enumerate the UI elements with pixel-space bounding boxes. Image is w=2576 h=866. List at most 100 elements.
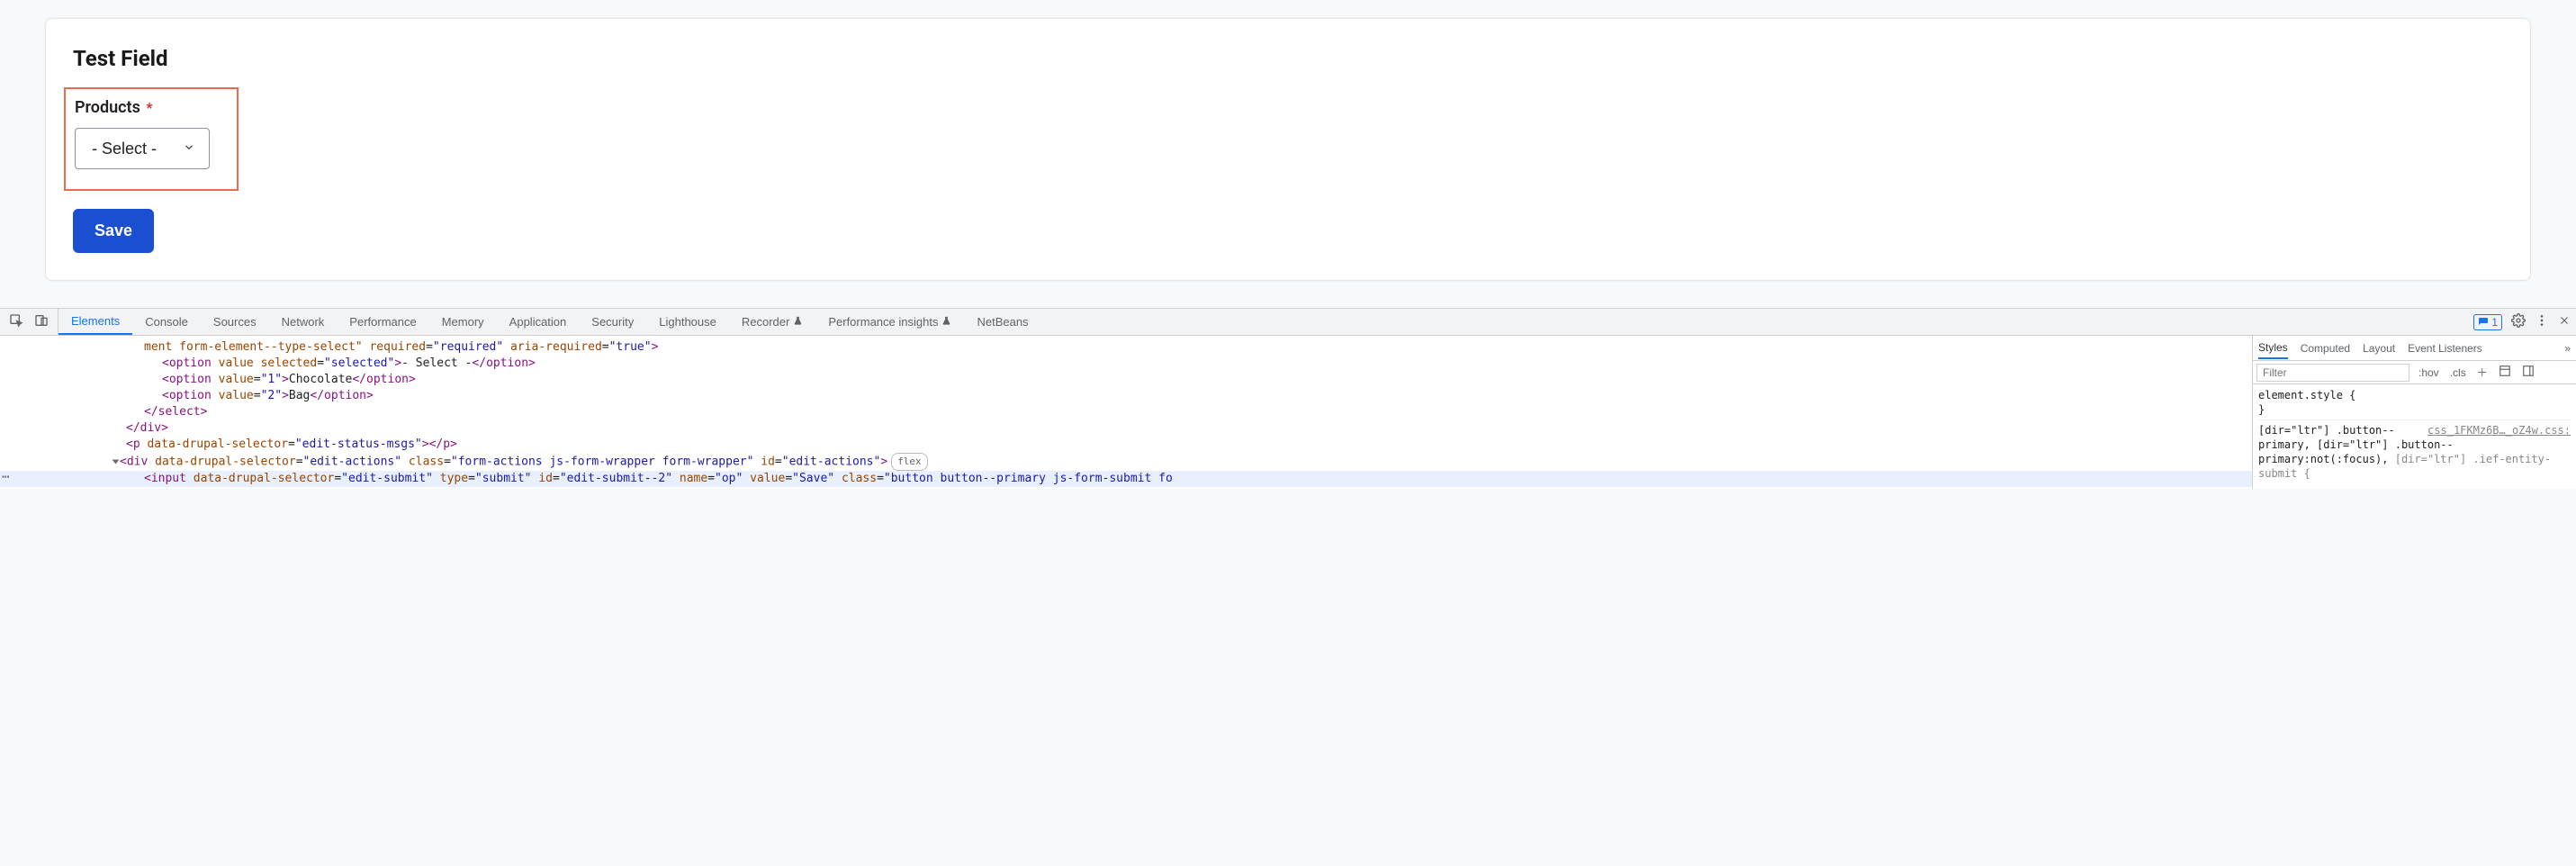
page-title: Test Field — [73, 46, 2503, 71]
code-fragment: > — [282, 373, 289, 386]
code-fragment: "Save" — [792, 472, 834, 485]
rule-divider — [2258, 419, 2571, 420]
code-fragment: </div> — [126, 421, 168, 435]
save-button[interactable]: Save — [73, 209, 154, 253]
devtools-tabbar: Elements Console Sources Network Perform… — [0, 309, 2576, 336]
page-content: Test Field Products * - Select - Chocola… — [0, 0, 2576, 308]
devtools-right-tools: 1 — [2473, 313, 2571, 330]
device-toolbar-icon[interactable] — [34, 313, 49, 330]
hov-toggle[interactable]: :hov — [2413, 366, 2445, 379]
code-fragment: aria-required — [510, 340, 602, 354]
code-fragment: "required" — [433, 340, 503, 354]
code-fragment: class — [409, 456, 444, 469]
code-fragment: > — [652, 340, 659, 354]
code-fragment: type — [440, 472, 468, 485]
code-fragment: </select> — [144, 405, 207, 419]
products-label-text: Products — [75, 98, 140, 117]
code-fragment: value — [219, 389, 254, 402]
code-fragment: value — [750, 472, 785, 485]
code-fragment: </option> — [472, 356, 535, 370]
code-fragment: value selected — [219, 356, 318, 370]
tab-network[interactable]: Network — [269, 309, 338, 335]
tab-recorder[interactable]: Recorder — [729, 309, 815, 335]
tab-performance-insights[interactable]: Performance insights — [815, 309, 964, 335]
flask-icon — [793, 315, 803, 329]
code-fragment: id — [761, 456, 775, 469]
code-fragment: id — [538, 472, 553, 485]
option-text: - Select - — [401, 356, 472, 370]
tab-memory[interactable]: Memory — [429, 309, 497, 335]
tab-performance[interactable]: Performance — [337, 309, 428, 335]
code-fragment: </option> — [310, 389, 373, 402]
tab-security[interactable]: Security — [579, 309, 646, 335]
products-select-wrap: - Select - Chocolate Bag — [75, 128, 210, 169]
code-fragment: data-drupal-selector — [155, 456, 296, 469]
code-fragment: <div — [120, 456, 148, 469]
close-icon[interactable] — [2558, 314, 2571, 329]
code-fragment: > — [282, 389, 289, 402]
code-fragment: "edit-status-msgs" — [295, 438, 422, 451]
flask-icon — [941, 315, 951, 329]
styles-tab-event-listeners[interactable]: Event Listeners — [2408, 342, 2482, 355]
tab-application[interactable]: Application — [497, 309, 580, 335]
kebab-menu-icon[interactable] — [2535, 313, 2549, 330]
option-text: Bag — [289, 389, 310, 402]
style-rule: } — [2258, 402, 2571, 417]
gear-icon[interactable] — [2511, 313, 2526, 330]
styles-tab-layout[interactable]: Layout — [2363, 342, 2395, 355]
elements-tree[interactable]: ment form-element--type-select" required… — [0, 336, 2252, 489]
code-fragment: <input — [144, 472, 186, 485]
cls-toggle[interactable]: .cls — [2445, 366, 2472, 379]
code-fragment: "form-actions js-form-wrapper form-wrapp… — [451, 456, 754, 469]
code-fragment: ment form-element--type-select" — [144, 340, 363, 354]
styles-filter-input[interactable] — [2256, 364, 2409, 382]
code-fragment: <option — [162, 373, 212, 386]
code-fragment: "edit-submit--2" — [560, 472, 672, 485]
code-fragment: > — [394, 356, 401, 370]
issues-count: 1 — [2491, 316, 2498, 329]
code-fragment: </option> — [352, 373, 415, 386]
tab-lighthouse[interactable]: Lighthouse — [646, 309, 729, 335]
issues-badge[interactable]: 1 — [2473, 314, 2502, 330]
products-label: Products * — [75, 98, 210, 117]
option-text: Chocolate — [289, 373, 352, 386]
code-fragment: ></p> — [422, 438, 457, 451]
code-fragment: "2" — [261, 389, 282, 402]
tab-elements[interactable]: Elements — [59, 309, 132, 335]
styles-tab-styles[interactable]: Styles — [2258, 341, 2288, 359]
flex-badge[interactable]: flex — [891, 453, 928, 471]
rule-text: element.style { — [2258, 389, 2355, 401]
tab-console[interactable]: Console — [132, 309, 201, 335]
required-indicator: * — [146, 99, 152, 116]
tab-perf-insights-label: Performance insights — [828, 315, 938, 329]
computed-styles-sidebar-icon[interactable] — [2493, 365, 2517, 380]
styles-rules[interactable]: element.style { } css_1FKMz6B…_oZ4w.css:… — [2253, 384, 2576, 484]
new-style-rule-icon[interactable]: ＋ — [2472, 365, 2493, 380]
styles-tab-computed[interactable]: Computed — [2301, 342, 2350, 355]
code-fragment: "edit-actions" — [303, 456, 402, 469]
code-fragment: data-drupal-selector — [194, 472, 335, 485]
devtools-panel: Elements Console Sources Network Perform… — [0, 308, 2576, 489]
code-fragment: data-drupal-selector — [147, 438, 288, 451]
expand-arrow-icon[interactable] — [113, 460, 120, 465]
tab-netbeans[interactable]: NetBeans — [964, 309, 1040, 335]
tab-sources[interactable]: Sources — [201, 309, 269, 335]
truncated-indicator: ⋯ — [2, 469, 10, 485]
devtools-body: ment form-element--type-select" required… — [0, 336, 2576, 489]
code-fragment: required — [369, 340, 426, 354]
toggle-sidebar-icon[interactable] — [2517, 365, 2540, 380]
styles-pane: Styles Computed Layout Event Listeners »… — [2252, 336, 2576, 489]
selected-element-row[interactable]: <input data-drupal-selector="edit-submit… — [0, 471, 2252, 487]
inspect-icon[interactable] — [9, 313, 23, 330]
code-fragment: "edit-actions" — [782, 456, 881, 469]
products-select[interactable]: - Select - Chocolate Bag — [75, 128, 210, 169]
style-rule: element.style { — [2258, 388, 2571, 402]
products-field-highlight: Products * - Select - Chocolate Bag — [64, 87, 239, 191]
rule-source-link[interactable]: css_1FKMz6B…_oZ4w.css: — [2427, 423, 2571, 438]
code-fragment: <option — [162, 389, 212, 402]
code-fragment: <p — [126, 438, 140, 451]
code-fragment: "op" — [715, 472, 743, 485]
more-tabs-icon[interactable]: » — [2564, 342, 2571, 355]
code-fragment: "selected" — [324, 356, 394, 370]
code-fragment: "1" — [261, 373, 282, 386]
